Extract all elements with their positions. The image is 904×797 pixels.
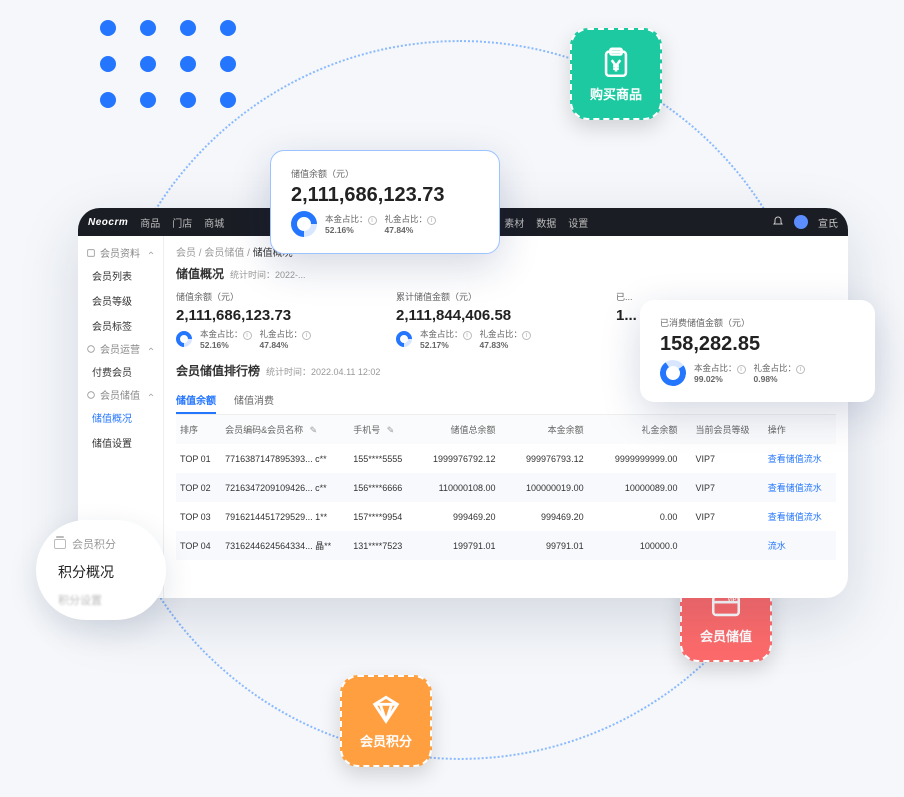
stat-label: 已消费储值金额（元） [660, 316, 855, 329]
sidebar-item[interactable]: 会员标签 [78, 313, 163, 338]
nav-item[interactable]: 数据 [536, 215, 556, 230]
tab-balance[interactable]: 储值余额 [176, 387, 216, 414]
view-link[interactable]: 查看储值流水 [768, 483, 822, 493]
info-icon[interactable]: i [463, 331, 472, 340]
sidebar-group[interactable]: 会员储值 [78, 384, 163, 405]
info-icon[interactable]: i [522, 331, 531, 340]
stat-label: 储值余额（元） [291, 167, 479, 180]
col-op: 操作 [764, 415, 836, 444]
table-row: TOP 037916214451729529... 1**157****9954… [176, 502, 836, 531]
stat-label: 储值余额（元） [176, 290, 356, 303]
logo: Neocrm [88, 217, 128, 228]
app-window: Neocrm 商品 门店 商城 库存 财务 组织 素材 数据 设置 宣氏 会员资… [78, 208, 848, 598]
table-row: TOP 027216347209109426... c**156****6666… [176, 473, 836, 502]
stat-value: 2,111,844,406.58 [396, 307, 576, 324]
col-principal: 本金余额 [510, 415, 598, 444]
nav-item[interactable]: 商品 [140, 215, 160, 230]
diamond-icon [369, 693, 403, 727]
username: 宣氏 [818, 215, 838, 230]
points-pill: 会员积分 积分概况 积分设置 [36, 520, 166, 620]
ranking-table: 排序 会员编码&会员名称 ✎ 手机号 ✎ 储值总余额 本金余额 礼金余额 当前会… [176, 415, 836, 560]
chevron-up-icon [147, 391, 155, 399]
stat-value: 2,111,686,123.73 [176, 307, 356, 324]
nav-item[interactable]: 商城 [204, 215, 224, 230]
section-title: 储值概况统计时间：2022-... [176, 265, 836, 282]
donut-icon [286, 206, 323, 243]
col-code: 会员编码&会员名称 ✎ [221, 415, 349, 444]
table-row: TOP 017716387147895393... c**155****5555… [176, 444, 836, 473]
info-icon[interactable]: i [243, 331, 252, 340]
info-icon[interactable]: i [302, 331, 311, 340]
stat-value: 2,111,686,123.73 [291, 184, 479, 207]
col-gift: 礼金余额 [598, 415, 692, 444]
sidebar-group[interactable]: 会员运营 [78, 338, 163, 359]
badge-points: 会员积分 [340, 675, 432, 767]
view-link[interactable]: 查看储值流水 [768, 454, 822, 464]
nav-item[interactable]: 门店 [172, 215, 192, 230]
avatar[interactable] [794, 215, 808, 229]
info-icon[interactable]: i [737, 365, 746, 374]
col-phone: 手机号 ✎ [349, 415, 415, 444]
view-link[interactable]: 查看储值流水 [768, 512, 822, 522]
col-level: 当前会员等级 [691, 415, 763, 444]
col-total: 储值总余额 [416, 415, 510, 444]
chevron-up-icon [147, 249, 155, 257]
sidebar-item[interactable]: 会员等级 [78, 288, 163, 313]
pill-header: 会员积分 [54, 536, 148, 552]
donut-icon [393, 328, 416, 351]
stack-icon [54, 539, 66, 549]
chevron-up-icon [147, 345, 155, 353]
sidebar-item[interactable]: 付费会员 [78, 359, 163, 384]
donut-icon [173, 328, 196, 351]
nav-item[interactable]: 设置 [568, 215, 588, 230]
sidebar-item[interactable]: 会员列表 [78, 263, 163, 288]
float-card-balance: 储值余额（元） 2,111,686,123.73 本金占比：i52.16% 礼金… [270, 150, 500, 254]
ops-icon [86, 344, 96, 354]
bell-icon[interactable] [772, 216, 784, 228]
tab-consume[interactable]: 储值消费 [234, 387, 274, 414]
profile-icon [86, 248, 96, 258]
pill-item-faded[interactable]: 积分设置 [54, 592, 148, 608]
nav-item[interactable]: 素材 [504, 215, 524, 230]
info-icon[interactable]: i [796, 365, 805, 374]
view-link[interactable]: 流水 [768, 541, 786, 551]
main-content: 会员 / 会员储值 / 储值概况 储值概况统计时间：2022-... 储值余额（… [164, 236, 848, 598]
pill-item-main[interactable]: 积分概况 [54, 562, 148, 582]
wallet-icon [86, 390, 96, 400]
sidebar-item-active[interactable]: 储值概况 [78, 405, 163, 430]
donut-icon [658, 358, 688, 388]
sidebar-group[interactable]: 会员资料 [78, 242, 163, 263]
sidebar-item[interactable]: 储值设置 [78, 430, 163, 455]
stat-card: 储值余额（元） 2,111,686,123.73 本金占比：i52.16% 礼金… [176, 290, 356, 350]
stat-value: 158,282.85 [660, 333, 855, 356]
info-icon[interactable]: i [427, 216, 436, 225]
badge-purchase: 购买商品 [570, 28, 662, 120]
stat-card: 累计储值金额（元） 2,111,844,406.58 本金占比：i52.17% … [396, 290, 576, 350]
col-rank: 排序 [176, 415, 221, 444]
edit-icon[interactable]: ✎ [387, 425, 395, 435]
clipboard-yen-icon [599, 46, 633, 80]
table-row: TOP 047316244624564334... 晶**131****7523… [176, 531, 836, 560]
stat-label: 累计储值金额（元） [396, 290, 576, 303]
info-icon[interactable]: i [368, 216, 377, 225]
edit-icon[interactable]: ✎ [310, 425, 318, 435]
float-card-consumed: 已消费储值金额（元） 158,282.85 本金占比：i99.02% 礼金占比：… [640, 300, 875, 402]
decorative-dots [100, 20, 240, 108]
